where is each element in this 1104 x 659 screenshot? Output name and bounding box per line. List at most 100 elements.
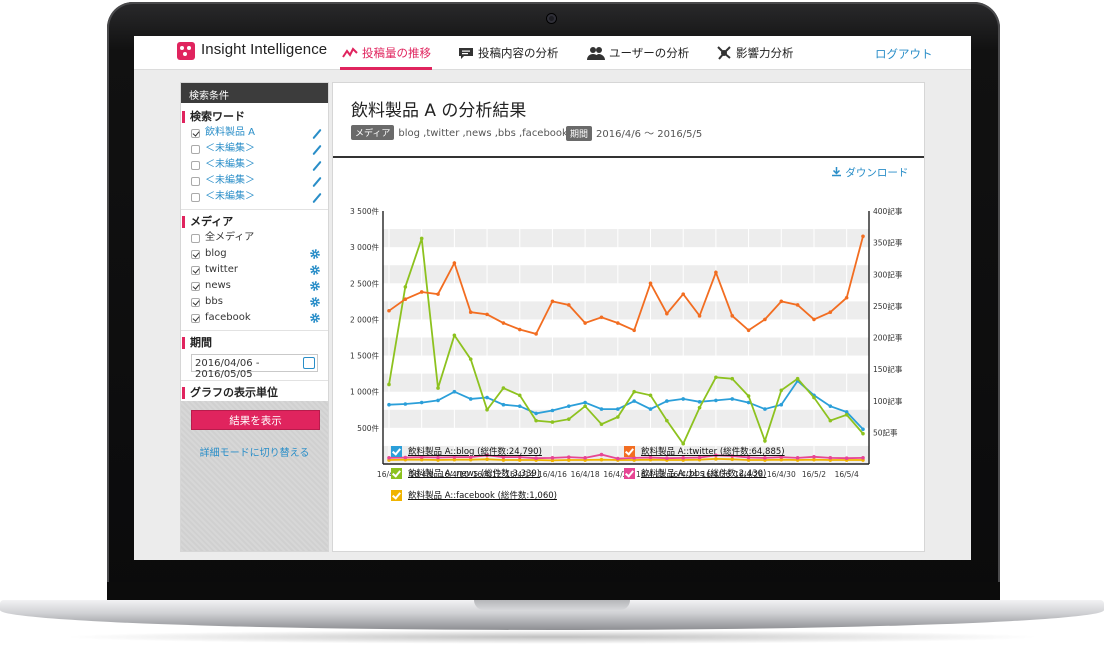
brand-name[interactable]: Insight Intelligence [201, 41, 327, 58]
legend-checkbox[interactable] [391, 445, 402, 457]
edit-pencil-icon[interactable] [312, 192, 322, 204]
keyword-checkbox[interactable] [191, 177, 200, 186]
nav-tab-content-analysis[interactable]: 投稿内容の分析 [458, 45, 559, 61]
data-point [583, 456, 587, 460]
date-range-value: 2016/04/06 - 2016/05/05 [195, 358, 260, 380]
keyword-item[interactable]: ＜未編集＞ [181, 173, 328, 189]
media-checkbox[interactable] [191, 266, 200, 275]
data-point [387, 402, 391, 407]
y-tick-label-right: 250記事 [873, 301, 903, 311]
data-point [746, 328, 751, 333]
gear-icon[interactable] [310, 313, 320, 323]
gear-icon[interactable] [310, 249, 320, 259]
keyword-item[interactable]: 飲料製品 A [181, 125, 328, 141]
active-tab-indicator [340, 67, 432, 70]
nav-tab-post-volume[interactable]: 投稿量の推移 [342, 45, 431, 61]
nav-tab-label: ユーザーの分析 [609, 46, 690, 60]
period-meta-value: 2016/4/6 〜 2016/5/5 [596, 129, 703, 140]
data-point [599, 452, 604, 457]
media-checkbox[interactable] [191, 314, 200, 323]
laptop-bezel-bottom [107, 582, 1000, 602]
edit-pencil-icon[interactable] [312, 176, 322, 188]
media-item-facebook[interactable]: facebook [181, 310, 328, 326]
x-tick-label: 16/4/18 [571, 470, 600, 479]
top-navigation-bar: Insight Intelligence 投稿量の推移 投稿内容の分析 ユーザー… [134, 36, 971, 70]
data-point [828, 456, 833, 460]
logout-link[interactable]: ログアウト [875, 46, 933, 62]
data-point [419, 236, 424, 241]
edit-pencil-icon[interactable] [312, 128, 322, 140]
legend-item-facebook[interactable]: 飲料製品 A::facebook (総件数:1,060) [391, 489, 557, 501]
keyword-item[interactable]: ＜未編集＞ [181, 157, 328, 173]
grid-band [383, 337, 869, 356]
gear-icon[interactable] [310, 297, 320, 307]
media-checkbox[interactable] [191, 250, 200, 259]
data-point [452, 261, 457, 265]
data-point [485, 312, 489, 317]
data-point [534, 332, 538, 336]
data-point [730, 314, 735, 318]
download-button[interactable]: ダウンロード [831, 165, 908, 180]
legend-checkbox[interactable] [624, 467, 635, 479]
keyword-checkbox[interactable] [191, 193, 200, 202]
data-point [665, 418, 669, 423]
legend-checkbox[interactable] [391, 489, 402, 501]
data-point [779, 388, 784, 393]
keyword-checkbox[interactable] [191, 145, 200, 154]
date-range-input[interactable]: 2016/04/06 - 2016/05/05 [191, 354, 318, 380]
keyword-item[interactable]: ＜未編集＞ [181, 141, 328, 157]
keyword-label[interactable]: ＜未編集＞ [205, 175, 255, 186]
download-icon [832, 167, 841, 177]
data-point [844, 295, 849, 300]
nav-tab-user-analysis[interactable]: ユーザーの分析 [587, 45, 689, 61]
gear-icon[interactable] [310, 265, 320, 275]
media-checkbox[interactable] [191, 298, 200, 307]
detail-mode-link[interactable]: 詳細モードに切り替える [181, 444, 328, 459]
legend-item-news[interactable]: 飲料製品 A::news (総件数:3,339) [391, 467, 540, 479]
media-item-blog[interactable]: blog [181, 246, 328, 262]
keyword-label[interactable]: ＜未編集＞ [205, 191, 255, 202]
keyword-label[interactable]: ＜未編集＞ [205, 159, 255, 170]
show-results-button[interactable]: 結果を表示 [191, 410, 320, 430]
brand-logo-icon[interactable] [177, 42, 195, 60]
data-point [697, 405, 702, 410]
analysis-result-panel: 飲料製品 A の分析結果 メディア blog ,twitter ,news ,bb… [332, 82, 925, 552]
media-checkbox[interactable] [191, 282, 200, 291]
media-checkbox[interactable] [191, 234, 200, 243]
keyword-label[interactable]: 飲料製品 A [205, 127, 255, 138]
x-tick-label: 16/5/4 [835, 470, 859, 479]
keyword-checkbox[interactable] [191, 161, 200, 170]
y-tick-label-right: 50記事 [873, 427, 898, 437]
edit-pencil-icon[interactable] [312, 144, 322, 156]
data-point [436, 398, 440, 403]
media-item-twitter[interactable]: twitter [181, 262, 328, 278]
section-divider [181, 380, 328, 381]
data-point [403, 297, 408, 301]
edit-pencil-icon[interactable] [312, 160, 322, 172]
gear-icon[interactable] [310, 281, 320, 291]
legend-label: 飲料製品 A::twitter (総件数:64,885) [641, 447, 785, 457]
legend-checkbox[interactable] [391, 467, 402, 479]
period-section-title: 期間 [181, 335, 328, 351]
calendar-icon[interactable] [303, 357, 315, 369]
media-item-bbs[interactable]: bbs [181, 294, 328, 310]
keyword-item[interactable]: ＜未編集＞ [181, 189, 328, 205]
media-item-all[interactable]: 全メディア [181, 230, 328, 246]
y-tick-label-right: 400記事 [873, 206, 903, 216]
keyword-label[interactable]: ＜未編集＞ [205, 143, 255, 154]
legend-item-blog[interactable]: 飲料製品 A::blog (総件数:24,790) [391, 445, 542, 457]
data-point [517, 327, 522, 332]
media-item-news[interactable]: news [181, 278, 328, 294]
data-point [583, 404, 587, 408]
keyword-checkbox[interactable] [191, 129, 200, 138]
data-point [812, 395, 816, 400]
legend-item-bbs[interactable]: 飲料製品 A::bbs (総件数:2,430) [624, 467, 766, 479]
data-point [697, 314, 702, 318]
data-point [648, 393, 653, 398]
data-point [795, 303, 800, 307]
laptop-lid-notch [474, 600, 630, 610]
legend-checkbox[interactable] [624, 445, 635, 457]
nav-tab-influence-analysis[interactable]: 影響力分析 [716, 45, 794, 61]
data-point [681, 397, 686, 401]
legend-item-twitter[interactable]: 飲料製品 A::twitter (総件数:64,885) [624, 445, 785, 457]
